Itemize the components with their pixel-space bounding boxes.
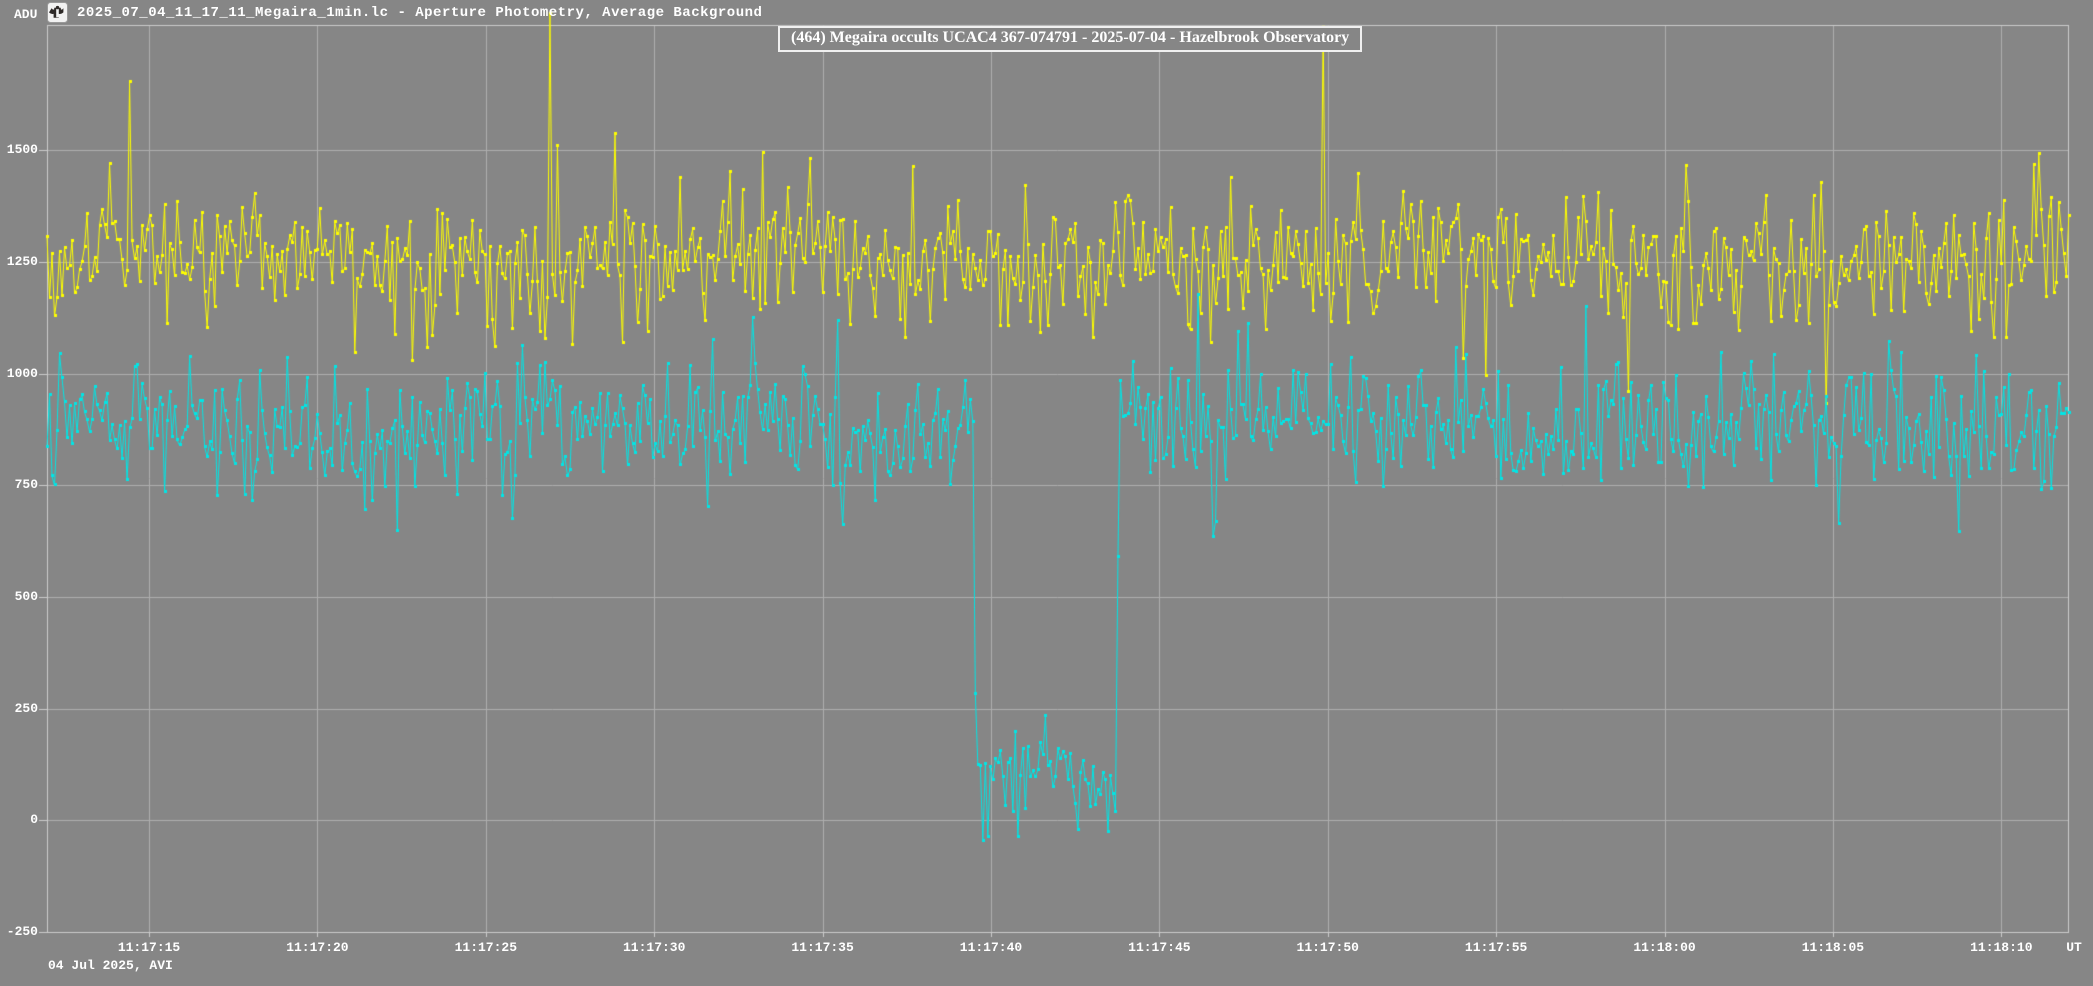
- x-tick-label: 11:17:45: [1104, 940, 1214, 955]
- x-tick-label: 11:18:05: [1778, 940, 1888, 955]
- footer-date-label: 04 Jul 2025, AVI: [48, 958, 173, 973]
- x-tick-label: 11:17:40: [936, 940, 1046, 955]
- y-tick-label: -250: [0, 924, 38, 939]
- chart-title: (464) Megaira occults UCAC4 367-074791 -…: [791, 29, 1349, 46]
- tangra-app-icon: [47, 2, 68, 23]
- x-axis-unit-label: UT: [2058, 940, 2090, 955]
- x-tick-label: 11:17:15: [94, 940, 204, 955]
- y-tick-label: 1000: [0, 366, 38, 381]
- x-tick-label: 11:17:25: [431, 940, 541, 955]
- x-tick-label: 11:18:10: [1946, 940, 2056, 955]
- x-tick-label: 11:17:55: [1441, 940, 1551, 955]
- window-header: 2025_07_04_11_17_11_Megaira_1min.lc - Ap…: [47, 2, 762, 23]
- y-axis-unit-label: ADU: [14, 7, 37, 22]
- y-tick-label: 750: [0, 477, 38, 492]
- y-tick-label: 1250: [0, 254, 38, 269]
- y-tick-label: 500: [0, 589, 38, 604]
- x-tick-label: 11:17:50: [1273, 940, 1383, 955]
- x-tick-label: 11:18:00: [1610, 940, 1720, 955]
- window-title: 2025_07_04_11_17_11_Megaira_1min.lc - Ap…: [77, 5, 762, 21]
- y-tick-label: 1500: [0, 142, 38, 157]
- x-tick-label: 11:17:30: [599, 940, 709, 955]
- y-tick-label: 250: [0, 701, 38, 716]
- light-curve-plot-canvas[interactable]: [0, 0, 2093, 986]
- x-tick-label: 11:17:20: [262, 940, 372, 955]
- x-tick-label: 11:17:35: [768, 940, 878, 955]
- y-tick-label: 0: [0, 812, 38, 827]
- chart-title-box: (464) Megaira occults UCAC4 367-074791 -…: [778, 26, 1362, 52]
